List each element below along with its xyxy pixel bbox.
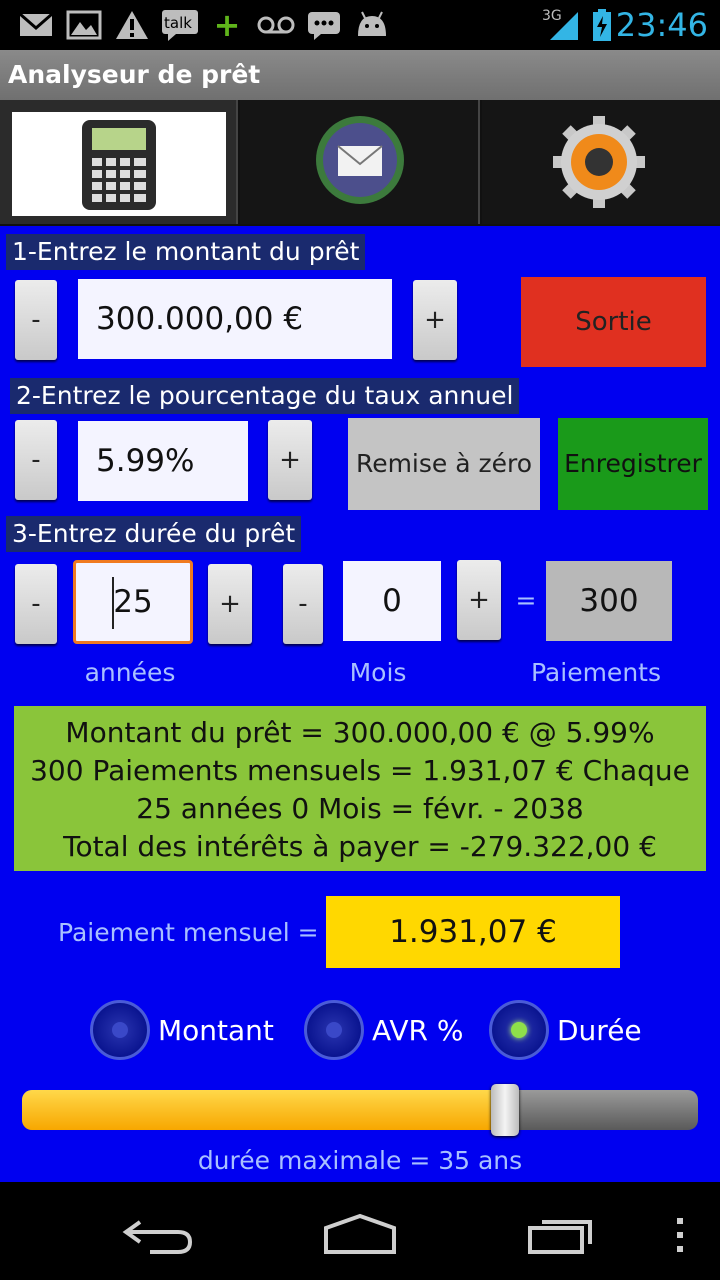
- monthly-payment-label: Paiement mensuel =: [58, 918, 319, 947]
- years-value: 25: [113, 584, 153, 620]
- title-bar: Analyseur de prêt: [0, 50, 720, 100]
- loan-plus-button[interactable]: +: [413, 280, 457, 360]
- android-icon: [352, 8, 392, 42]
- equals-sign: =: [515, 586, 537, 615]
- navigation-bar: [0, 1182, 720, 1280]
- payments-unit-label: Paiements: [530, 658, 661, 687]
- warning-icon: [114, 8, 150, 42]
- rate-minus-button[interactable]: -: [15, 420, 57, 500]
- summary-line: Montant du prêt = 300.000,00 € @ 5.99%: [65, 716, 655, 749]
- message-icon: [306, 8, 342, 42]
- radio-circle: [304, 1000, 364, 1060]
- tab-calculator[interactable]: [0, 100, 238, 224]
- tab-settings[interactable]: [482, 100, 720, 224]
- radio-circle: [489, 1000, 549, 1060]
- exit-button[interactable]: Sortie: [521, 277, 706, 367]
- summary-box: Montant du prêt = 300.000,00 € @ 5.99% 3…: [14, 706, 706, 871]
- radio-duree[interactable]: Durée: [489, 1000, 659, 1064]
- loan-minus-button[interactable]: -: [15, 280, 57, 360]
- months-input[interactable]: 0: [343, 561, 441, 641]
- duration-label: 3-Entrez durée du prêt: [6, 516, 302, 552]
- radio-montant[interactable]: Montant: [90, 1000, 290, 1064]
- radio-label: Montant: [158, 1014, 274, 1047]
- slider-thumb[interactable]: [490, 1084, 519, 1136]
- plus-icon: +: [213, 6, 241, 44]
- summary-line: 300 Paiements mensuels = 1.931,07 € Chaq…: [30, 754, 690, 787]
- talk-icon: talk: [160, 8, 200, 42]
- signal-icon: [548, 8, 580, 42]
- radio-label: AVR %: [372, 1014, 464, 1047]
- loan-amount-input[interactable]: 300.000,00 €: [78, 279, 392, 359]
- tab-bar: [0, 100, 720, 226]
- mail-icon: [312, 112, 408, 208]
- save-button[interactable]: Enregistrer: [558, 418, 708, 510]
- rate-plus-button[interactable]: +: [268, 420, 312, 500]
- radio-circle: [90, 1000, 150, 1060]
- radio-avr[interactable]: AVR %: [304, 1000, 474, 1064]
- monthly-payment-value: 1.931,07 €: [326, 896, 620, 968]
- talk-label: talk: [164, 14, 192, 32]
- summary-line: Total des intérêts à payer = -279.322,00…: [63, 830, 657, 863]
- years-unit-label: années: [84, 658, 176, 687]
- loan-amount-label: 1-Entrez le montant du prêt: [6, 234, 366, 270]
- home-icon[interactable]: [320, 1210, 400, 1260]
- gallery-icon: [66, 8, 102, 42]
- main-panel: 1-Entrez le montant du prêt - 300.000,00…: [0, 226, 720, 1182]
- gmail-icon: [18, 8, 54, 42]
- back-icon[interactable]: [120, 1210, 200, 1260]
- payments-count: 300: [546, 561, 672, 641]
- months-unit-label: Mois: [349, 658, 407, 687]
- tab-mail[interactable]: [240, 100, 480, 224]
- duration-slider[interactable]: [22, 1084, 698, 1136]
- slider-caption: durée maximale = 35 ans: [197, 1146, 523, 1175]
- text-cursor: [112, 577, 114, 629]
- calculator-icon: [12, 112, 226, 216]
- reset-button[interactable]: Remise à zéro: [348, 418, 540, 510]
- summary-line: 25 années 0 Mois = févr. - 2038: [136, 792, 584, 825]
- years-minus-button[interactable]: -: [15, 564, 57, 644]
- years-input[interactable]: 25: [73, 560, 193, 644]
- radio-label: Durée: [557, 1014, 642, 1047]
- radio-dot-selected: [511, 1022, 527, 1038]
- recent-apps-icon[interactable]: [524, 1210, 600, 1260]
- months-minus-button[interactable]: -: [283, 564, 323, 644]
- battery-icon: [590, 8, 614, 42]
- settings-gear-icon: [544, 112, 654, 212]
- rate-label: 2-Entrez le pourcentage du taux annuel: [10, 378, 520, 414]
- radio-dot: [326, 1022, 342, 1038]
- menu-icon[interactable]: [672, 1216, 688, 1256]
- slider-fill: [22, 1090, 505, 1130]
- status-bar: talk + 3G 23:46: [0, 0, 720, 50]
- voicemail-icon: [256, 8, 296, 42]
- months-plus-button[interactable]: +: [457, 560, 501, 640]
- rate-input[interactable]: 5.99%: [78, 421, 248, 501]
- status-time: 23:46: [615, 6, 708, 44]
- radio-dot: [112, 1022, 128, 1038]
- app-title: Analyseur de prêt: [8, 60, 261, 89]
- years-plus-button[interactable]: +: [208, 564, 252, 644]
